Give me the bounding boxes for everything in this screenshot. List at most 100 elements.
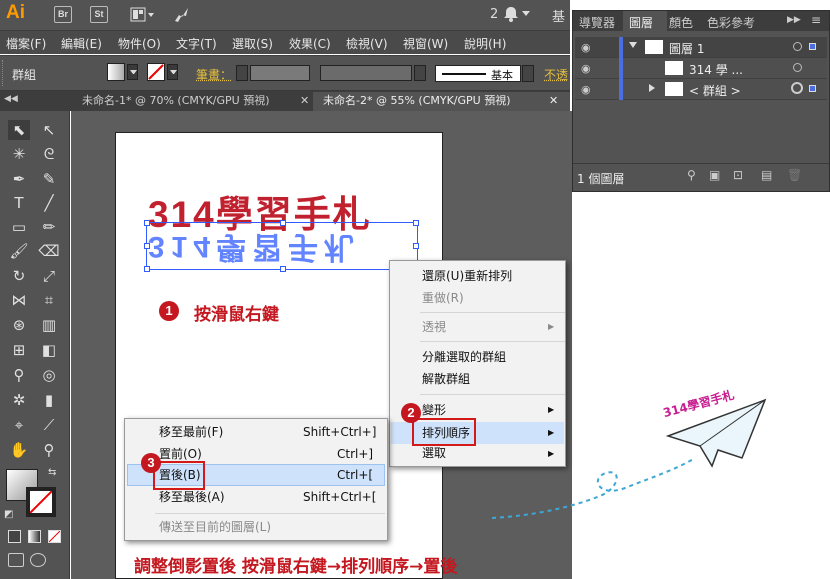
width-tool-icon[interactable]: ⋈	[8, 290, 30, 310]
default-colors-icon[interactable]: ◩	[4, 509, 13, 520]
menu-item-isolate-group[interactable]: 分離選取的群組	[422, 347, 506, 367]
target-icon[interactable]	[793, 42, 802, 51]
new-layer-icon[interactable]: ▤	[761, 168, 772, 182]
tab-document-2[interactable]: 未命名-2* @ 55% (CMYK/GPU 預視) ✕	[313, 92, 570, 111]
target-active-icon[interactable]	[791, 82, 803, 94]
screen-mode-icon[interactable]	[30, 553, 46, 567]
pencil-tool-icon[interactable]: ✏	[38, 217, 60, 237]
resize-handle[interactable]	[413, 220, 419, 226]
layer-row-2[interactable]: ◉ 314 學 ...	[575, 58, 827, 79]
menu-file[interactable]: 檔案(F)	[6, 35, 46, 52]
menu-item-transform[interactable]: 變形	[422, 400, 446, 420]
pen-tool-icon[interactable]: ✒	[8, 169, 30, 189]
shape-builder-icon[interactable]: ⊛	[8, 315, 30, 335]
resize-handle[interactable]	[280, 220, 286, 226]
make-clipping-mask-icon[interactable]: ▣	[709, 168, 720, 182]
gpu-performance-icon[interactable]	[172, 6, 192, 24]
eyedropper-icon[interactable]: ⚲	[8, 365, 30, 385]
fill-swatch[interactable]	[107, 63, 125, 81]
menu-edit[interactable]: 編輯(E)	[61, 35, 102, 52]
draw-mode-icon[interactable]	[8, 553, 24, 567]
resize-handle[interactable]	[144, 243, 150, 249]
gradient-tool-icon[interactable]: ◧	[38, 340, 60, 360]
close-icon[interactable]: ✕	[549, 92, 558, 110]
artboard-tool-icon[interactable]: ⌖	[8, 415, 30, 435]
menu-item-bring-to-front[interactable]: 移至最前(F)	[159, 422, 223, 442]
eye-icon[interactable]: ◉	[581, 83, 591, 96]
menu-item-select[interactable]: 選取	[422, 443, 446, 463]
new-sublayer-icon[interactable]: ⊡	[733, 168, 743, 182]
menu-item-undo[interactable]: 還原(U)重新排列	[422, 266, 512, 286]
workspace-label[interactable]: 基	[552, 6, 565, 25]
stroke-dropdown[interactable]	[167, 64, 178, 80]
resize-handle[interactable]	[144, 266, 150, 272]
free-transform-icon[interactable]: ⌗	[38, 290, 60, 310]
line-tool-icon[interactable]: ╱	[38, 193, 60, 213]
slice-tool-icon[interactable]: ⟋	[38, 415, 60, 435]
tab-document-1[interactable]: 未命名-1* @ 70% (CMYK/GPU 預視) ✕	[72, 92, 312, 111]
menu-item-send-to-back[interactable]: 移至最後(A)	[159, 487, 225, 507]
layer-name[interactable]: 圖層 1	[669, 40, 704, 57]
stroke-weight-input[interactable]	[250, 65, 310, 81]
menu-view[interactable]: 檢視(V)	[346, 35, 388, 52]
expand-icon[interactable]	[629, 42, 637, 48]
panel-menu-icon[interactable]: ≡	[811, 13, 821, 27]
tab-layers[interactable]: 圖層	[623, 11, 667, 31]
expand-icon[interactable]	[649, 84, 655, 92]
target-icon[interactable]	[793, 63, 802, 72]
selection-indicator[interactable]	[809, 43, 816, 50]
brush-dropdown-arrow[interactable]	[522, 65, 534, 82]
stroke-label[interactable]: 筆畫：	[196, 66, 232, 83]
paintbrush-icon[interactable]: 🖌	[8, 241, 30, 261]
tab-color[interactable]: 顏色	[669, 14, 693, 31]
eraser-icon[interactable]: ⌫	[38, 241, 60, 261]
menu-object[interactable]: 物件(O)	[118, 35, 161, 52]
menu-effect[interactable]: 效果(C)	[289, 35, 331, 52]
resize-handle[interactable]	[413, 243, 419, 249]
variable-width-dropdown[interactable]	[320, 65, 412, 81]
color-mode-icon[interactable]	[8, 530, 21, 543]
lasso-icon[interactable]: ᘓ	[38, 144, 60, 164]
selection-indicator[interactable]	[809, 85, 816, 92]
swap-colors-icon[interactable]: ⇆	[48, 467, 56, 478]
variable-width-arrow[interactable]	[414, 65, 426, 81]
curvature-tool-icon[interactable]: ✎	[38, 169, 60, 189]
menu-item-ungroup[interactable]: 解散群組	[422, 369, 470, 389]
close-icon[interactable]: ✕	[300, 92, 309, 110]
opacity-label[interactable]: 不透	[544, 66, 568, 83]
rectangle-tool-icon[interactable]: ▭	[8, 217, 30, 237]
arrange-documents-icon[interactable]	[130, 7, 154, 23]
fill-dropdown[interactable]	[127, 64, 138, 80]
layer-row-1[interactable]: ◉ 圖層 1	[575, 37, 827, 58]
layer-name[interactable]: 314 學 ...	[689, 61, 743, 78]
blend-tool-icon[interactable]: ◎	[38, 365, 60, 385]
stroke-color-box[interactable]	[26, 487, 56, 517]
symbol-sprayer-icon[interactable]: ✲	[8, 390, 30, 410]
layer-name[interactable]: < 群組 >	[689, 82, 741, 99]
bridge-button[interactable]: Br	[54, 6, 72, 23]
gradient-mode-icon[interactable]	[28, 530, 41, 543]
collapse-panel-icon[interactable]: ▶▶	[787, 15, 801, 25]
type-tool-icon[interactable]: T	[8, 193, 30, 213]
none-mode-icon[interactable]	[48, 530, 61, 543]
stroke-weight-stepper[interactable]	[236, 65, 248, 81]
resize-handle[interactable]	[280, 266, 286, 272]
stock-button[interactable]: St	[90, 6, 108, 23]
menu-select[interactable]: 選取(S)	[232, 35, 273, 52]
rotate-tool-icon[interactable]: ↻	[8, 266, 30, 286]
menu-type[interactable]: 文字(T)	[176, 35, 217, 52]
selection-tool-icon[interactable]: ⬉	[8, 120, 30, 140]
tab-color-guide[interactable]: 色彩參考	[707, 14, 755, 31]
stroke-swatch[interactable]	[147, 63, 165, 81]
panel-collapse-bar[interactable]: ◀◀	[0, 91, 70, 111]
eye-icon[interactable]: ◉	[581, 41, 591, 54]
hand-tool-icon[interactable]: ✋	[8, 440, 30, 460]
mesh-tool-icon[interactable]: ⊞	[8, 340, 30, 360]
brush-style-dropdown[interactable]: 基本	[435, 65, 521, 82]
direct-selection-icon[interactable]: ↖	[38, 120, 60, 140]
resize-handle[interactable]	[144, 220, 150, 226]
column-graph-icon[interactable]: ▮	[38, 390, 60, 410]
collapse-icon[interactable]: ◀◀	[4, 94, 18, 104]
locate-object-icon[interactable]: ⚲	[687, 168, 696, 182]
scale-tool-icon[interactable]: ⤢	[38, 266, 60, 286]
